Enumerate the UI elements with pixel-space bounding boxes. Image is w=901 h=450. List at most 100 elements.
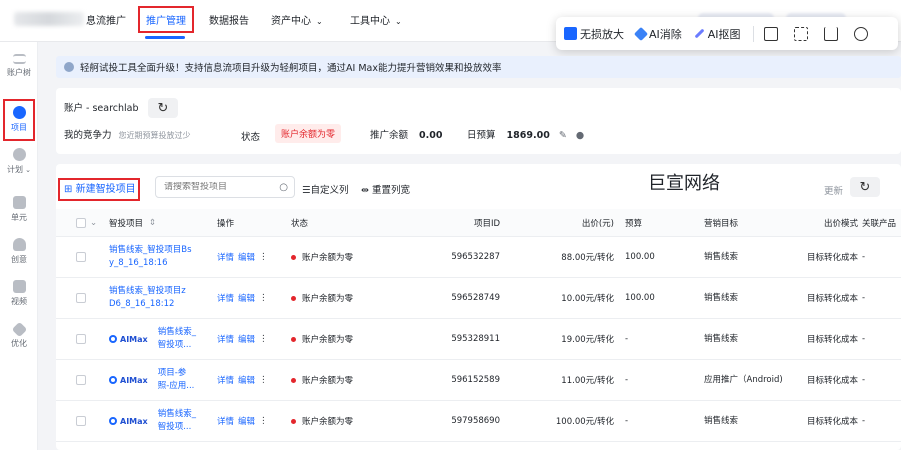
daily-budget: 日预算 1869.00 ✎ ● [467, 127, 584, 141]
detail-link[interactable]: 详情 [217, 415, 234, 427]
reset-column-width-button[interactable]: ⇹ 重置列宽 [361, 182, 410, 196]
left-sidebar: 账户树 项目 计划 ⌄ 单元 创意 视频 优化 [0, 42, 38, 450]
row-ops: 详情 编辑 ⋮ [217, 360, 268, 400]
project-name-link[interactable]: 销售线索_ 智投项... [158, 326, 196, 352]
detail-link[interactable]: 详情 [217, 333, 234, 345]
sort-icon[interactable]: ⇕ [149, 218, 156, 228]
table-row: AIMax 销售线索_ 智投项... 详情 编辑 ⋮ 账户余额为零 5953289… [56, 319, 901, 360]
lossless-upscale-button[interactable]: 无损放大 [564, 26, 624, 42]
sidebar-item-plan[interactable]: 计划 ⌄ [0, 148, 38, 175]
project-name-cell: 销售线索_智投项目z D6_8_16_18:12 [109, 278, 186, 318]
status-dot-icon [291, 254, 296, 260]
more-actions-icon[interactable]: ⋮ [259, 375, 268, 385]
update-label[interactable]: 更新 [824, 183, 843, 197]
aimax-badge: AIMax [109, 376, 148, 385]
sidebar-item-project[interactable]: 项目 [0, 106, 38, 133]
status-dot-icon [291, 336, 296, 342]
nav-feed-promotion[interactable]: 息流推广 [86, 12, 126, 27]
select-all-checkbox[interactable]: ⌄ [76, 209, 97, 236]
banner-text: 轻舸试投工具全面升级！支持信息流项目升级为轻舸项目，通过AI Max能力提升营销… [80, 63, 502, 74]
more-actions-icon[interactable]: ⋮ [259, 334, 268, 344]
video-icon [12, 280, 26, 293]
row-status: 账户余额为零 [291, 237, 353, 277]
competitiveness-label: 我的竞争力 [64, 130, 112, 141]
project-name-link[interactable]: 销售线索_智投项目z D6_8_16_18:12 [109, 285, 186, 311]
row-status: 账户余额为零 [291, 319, 353, 359]
edit-link[interactable]: 编辑 [238, 333, 255, 345]
nav-promotion-management[interactable]: 推广管理 [146, 12, 186, 27]
header-budget: 预算 [625, 218, 643, 229]
more-actions-icon[interactable]: ⋮ [259, 416, 268, 426]
table-row: 销售线索_智投项目z D6_8_16_18:12 详情 编辑 ⋮ 账户余额为零 5… [56, 278, 901, 319]
row-project-id: 596532287 [451, 252, 500, 262]
row-checkbox[interactable] [76, 237, 86, 277]
row-budget: - [625, 375, 629, 385]
sidebar-item-creative[interactable]: 创意 [0, 238, 38, 265]
image-edit-icon[interactable] [763, 26, 778, 41]
project-name-link[interactable]: 项目-参 照-应用... [158, 367, 195, 393]
row-bid: 11.00元/转化 [561, 376, 614, 386]
ai-cutout-button[interactable]: AI抠图 [694, 26, 741, 42]
header-goal: 营销目标 [704, 218, 739, 229]
budget-value: 1869.00 [506, 130, 550, 141]
columns-icon: ☰ [302, 185, 311, 196]
project-search-input[interactable] [164, 182, 274, 192]
header-project-name[interactable]: 智投项目 ⇕ [109, 209, 156, 236]
search-icon[interactable]: ○ [279, 182, 288, 193]
row-checkbox[interactable] [76, 360, 86, 400]
row-budget: 100.00 [625, 252, 655, 262]
new-smart-project-button[interactable]: ⊞ 新建智投项目 [64, 180, 136, 195]
sidebar-item-video[interactable]: 视频 [0, 280, 38, 307]
project-table: ⌄ 智投项目 ⇕ 操作 状态 项目ID 出价(元) 预算 营销目标 出价模式 关联… [56, 209, 901, 442]
active-tab-indicator [145, 36, 185, 39]
project-name-link[interactable]: 销售线索_智投项目Bs y_8_16_18:16 [109, 244, 192, 270]
upgrade-banner: 轻舸试投工具全面升级！支持信息流项目升级为轻舸项目，通过AI Max能力提升营销… [56, 56, 901, 78]
plus-square-icon: ⊞ [64, 184, 73, 195]
row-related-product: - [862, 252, 866, 262]
row-related-product: - [862, 416, 866, 426]
sidebar-item-unit[interactable]: 单元 [0, 196, 38, 223]
row-status: 账户余额为零 [291, 278, 353, 318]
row-checkbox[interactable] [76, 319, 86, 359]
detail-link[interactable]: 详情 [217, 292, 234, 304]
project-name-link[interactable]: 销售线索_ 智投项... [158, 408, 196, 434]
detail-link[interactable]: 详情 [217, 374, 234, 386]
edit-link[interactable]: 编辑 [238, 292, 255, 304]
refresh-icon: ↻ [859, 179, 871, 195]
edit-pencil-icon[interactable]: ✎ [559, 130, 567, 141]
nav-tool-center[interactable]: 工具中心 ⌄ [350, 12, 402, 27]
edit-link[interactable]: 编辑 [238, 415, 255, 427]
download-icon[interactable] [823, 26, 838, 41]
edit-link[interactable]: 编辑 [238, 251, 255, 263]
aimax-icon [109, 417, 117, 425]
hd-icon [564, 27, 577, 40]
header-related-product: 关联产品 [862, 218, 897, 229]
aimax-icon [109, 376, 117, 384]
row-checkbox[interactable] [76, 278, 86, 318]
nav-data-report[interactable]: 数据报告 [209, 12, 249, 27]
settings-icon[interactable] [853, 26, 868, 41]
row-goal: 销售线索 [704, 292, 739, 303]
row-checkbox[interactable] [76, 401, 86, 441]
magic-wand-icon [694, 28, 705, 39]
project-search-field[interactable]: ○ [155, 176, 295, 198]
sidebar-item-optimize[interactable]: 优化 [0, 321, 38, 349]
edit-link[interactable]: 编辑 [238, 374, 255, 386]
info-icon [64, 62, 74, 72]
detail-link[interactable]: 详情 [217, 251, 234, 263]
account-refresh-button[interactable]: ↻ [148, 98, 178, 118]
clock-icon[interactable]: ● [576, 130, 584, 141]
custom-columns-button[interactable]: ☰自定义列 [302, 182, 349, 196]
row-goal: 销售线索 [704, 333, 739, 344]
ai-erase-button[interactable]: AI消除 [633, 26, 682, 42]
toolbar-divider [752, 25, 754, 42]
floating-image-toolbar: 无损放大 AI消除 AI抠图 [556, 17, 898, 50]
table-refresh-button[interactable]: ↻ [850, 177, 880, 197]
more-actions-icon[interactable]: ⋮ [259, 293, 268, 303]
status-dot-icon [291, 295, 296, 301]
nav-asset-center[interactable]: 资产中心 ⌄ [271, 12, 323, 27]
row-bid: 19.00元/转化 [561, 335, 614, 345]
more-actions-icon[interactable]: ⋮ [259, 252, 268, 262]
crop-icon[interactable] [793, 26, 808, 41]
sidebar-item-account-tree[interactable]: 账户树 [0, 54, 38, 78]
